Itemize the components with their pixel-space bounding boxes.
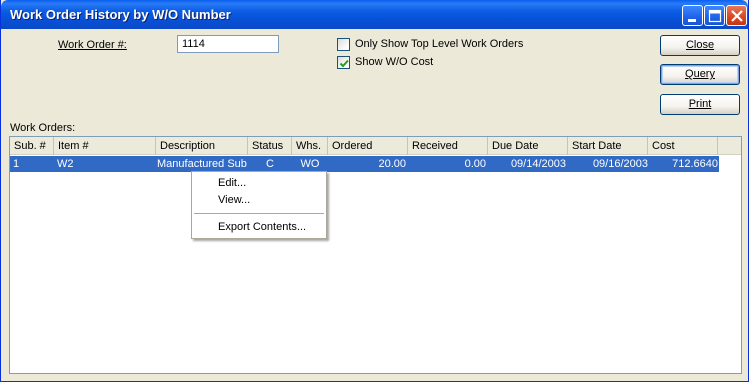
column-header-status[interactable]: Status <box>248 137 292 155</box>
query-button-label: Query <box>685 68 715 80</box>
work-order-history-window: Work Order History by W/O Number Work Or… <box>0 0 749 382</box>
column-header-start-date[interactable]: Start Date <box>568 137 648 155</box>
context-menu: Edit... View... Export Contents... <box>191 171 327 239</box>
cell-due-date: 09/14/2003 <box>510 158 566 170</box>
maximize-button[interactable] <box>704 5 725 26</box>
menu-item-edit[interactable]: Edit... <box>218 177 246 189</box>
show-cost-label: Show W/O Cost <box>355 56 434 68</box>
column-header-ordered[interactable]: Ordered <box>328 137 408 155</box>
menu-item-view[interactable]: View... <box>218 194 250 206</box>
close-icon <box>731 10 743 22</box>
cell-ordered: 20.00 <box>378 158 406 170</box>
top-level-label: Only Show Top Level Work Orders <box>355 38 524 50</box>
top-level-checkbox[interactable] <box>337 38 350 51</box>
work-orders-table[interactable]: Sub. # Item # Description Status Whs. Or… <box>9 136 742 374</box>
close-button[interactable]: Close <box>660 35 740 56</box>
cell-whs: WO <box>300 158 320 170</box>
table-header: Sub. # Item # Description Status Whs. Or… <box>10 137 741 155</box>
column-header-item[interactable]: Item # <box>54 137 156 155</box>
minimize-button[interactable] <box>682 5 703 26</box>
work-order-input[interactable]: 1114 <box>177 35 279 53</box>
checkmark-icon <box>339 59 349 68</box>
print-button-label: Print <box>688 98 712 110</box>
menu-separator <box>194 213 324 214</box>
maximize-icon <box>708 9 722 23</box>
title-bar[interactable]: Work Order History by W/O Number <box>1 0 748 29</box>
column-header-whs[interactable]: Whs. <box>292 137 328 155</box>
show-cost-checkbox[interactable] <box>337 56 350 69</box>
cell-cost: 712.6640 <box>672 158 718 170</box>
close-window-button[interactable] <box>726 5 747 26</box>
cell-status: C <box>266 158 274 170</box>
column-header-description[interactable]: Description <box>156 137 248 155</box>
print-button[interactable]: Print <box>660 94 740 115</box>
column-header-received[interactable]: Received <box>408 137 488 155</box>
cell-start-date: 09/16/2003 <box>592 158 648 170</box>
menu-item-export-contents[interactable]: Export Contents... <box>218 221 306 233</box>
cell-item: W2 <box>57 158 74 170</box>
cell-sub: 1 <box>13 158 20 170</box>
column-header-sub[interactable]: Sub. # <box>10 137 54 155</box>
cell-received: 0.00 <box>464 158 486 170</box>
column-header-due-date[interactable]: Due Date <box>488 137 568 155</box>
close-button-label: Close <box>685 39 715 51</box>
cell-description: Manufactured Sub <box>157 158 247 170</box>
work-orders-label: Work Orders: <box>10 122 76 134</box>
column-header-cost[interactable]: Cost <box>648 137 718 155</box>
work-order-label: Work Order #: <box>58 39 127 51</box>
table-row[interactable]: 1 W2 Manufactured Sub C WO 20.00 0.00 09… <box>10 156 719 172</box>
minimize-icon <box>688 19 696 22</box>
window-title: Work Order History by W/O Number <box>10 7 231 22</box>
query-button[interactable]: Query <box>660 64 740 85</box>
